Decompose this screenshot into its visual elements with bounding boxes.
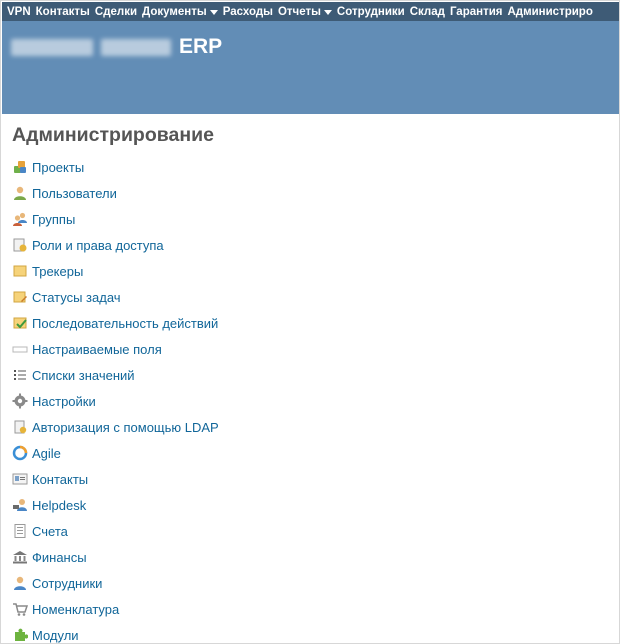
admin-link-trackers[interactable]: Трекеры — [32, 264, 83, 279]
top-menu-administration[interactable]: Администриро — [502, 6, 592, 18]
group-icon — [12, 211, 28, 227]
admin-item-employees: Сотрудники — [12, 570, 219, 596]
helpdesk-icon — [12, 497, 28, 513]
admin-menu: Проекты Пользователи Группы Роли и права… — [12, 154, 219, 643]
admin-item-issue-statuses: Статусы задач — [12, 284, 219, 310]
admin-link-roles[interactable]: Роли и права доступа — [32, 238, 164, 253]
top-menu-warehouse[interactable]: Склад — [405, 6, 445, 18]
workflow-icon — [12, 315, 28, 331]
admin-item-workflow: Последовательность действий — [12, 310, 219, 336]
gear-icon — [12, 393, 28, 409]
employee-icon — [12, 575, 28, 591]
admin-link-groups[interactable]: Группы — [32, 212, 75, 227]
admin-link-finance[interactable]: Финансы — [32, 550, 87, 565]
tracker-icon — [12, 263, 28, 279]
admin-link-users[interactable]: Пользователи — [32, 186, 117, 201]
admin-item-enumerations: Списки значений — [12, 362, 219, 388]
site-title-erp: ERP — [179, 35, 223, 58]
custom-fields-icon — [12, 341, 28, 357]
admin-link-workflow[interactable]: Последовательность действий — [32, 316, 218, 331]
admin-item-ldap: Авторизация с помощью LDAP — [12, 414, 219, 440]
cart-icon — [12, 601, 28, 617]
admin-item-groups: Группы — [12, 206, 219, 232]
admin-item-projects: Проекты — [12, 154, 219, 180]
app-window: VPN Контакты Сделки Документы Расходы От… — [0, 0, 620, 644]
redacted-title-part — [11, 38, 93, 56]
top-menu-reports-label: Отчеты — [277, 5, 321, 18]
admin-link-contacts[interactable]: Контакты — [32, 472, 88, 487]
list-icon — [12, 367, 28, 383]
admin-link-enumerations[interactable]: Списки значений — [32, 368, 135, 383]
top-menu-documents[interactable]: Документы — [137, 6, 218, 18]
page-title: Администрирование — [12, 124, 214, 146]
admin-link-employees[interactable]: Сотрудники — [32, 576, 102, 591]
admin-link-ldap[interactable]: Авторизация с помощью LDAP — [32, 420, 219, 435]
bank-icon — [12, 549, 28, 565]
invoice-icon — [12, 523, 28, 539]
ldap-icon — [12, 419, 28, 435]
admin-item-users: Пользователи — [12, 180, 219, 206]
admin-item-settings: Настройки — [12, 388, 219, 414]
admin-link-helpdesk[interactable]: Helpdesk — [32, 498, 86, 513]
top-menu: VPN Контакты Сделки Документы Расходы От… — [2, 2, 619, 21]
admin-link-issue-statuses[interactable]: Статусы задач — [32, 290, 121, 305]
projects-icon — [12, 159, 28, 175]
plugin-icon — [12, 627, 28, 643]
chevron-down-icon — [323, 9, 332, 15]
admin-item-plugins: Модули — [12, 622, 219, 643]
contacts-card-icon — [12, 471, 28, 487]
issue-status-icon — [12, 289, 28, 305]
admin-item-finance: Финансы — [12, 544, 219, 570]
user-icon — [12, 185, 28, 201]
top-menu-employees[interactable]: Сотрудники — [332, 6, 405, 18]
header: ERP — [2, 21, 619, 114]
admin-item-agile: Agile — [12, 440, 219, 466]
top-menu-expenses[interactable]: Расходы — [218, 6, 273, 18]
top-menu-contacts[interactable]: Контакты — [31, 6, 90, 18]
top-menu-documents-label: Документы — [142, 5, 207, 18]
admin-item-roles: Роли и права доступа — [12, 232, 219, 258]
admin-link-nomenclature[interactable]: Номенклатура — [32, 602, 119, 617]
admin-item-helpdesk: Helpdesk — [12, 492, 219, 518]
admin-link-plugins[interactable]: Модули — [32, 628, 79, 643]
top-menu-warranty[interactable]: Гарантия — [445, 6, 503, 18]
admin-link-invoices[interactable]: Счета — [32, 524, 68, 539]
admin-item-nomenclature: Номенклатура — [12, 596, 219, 622]
redacted-title-part — [101, 38, 171, 56]
top-menu-vpn[interactable]: VPN — [2, 6, 31, 18]
site-title[interactable]: ERP — [11, 34, 222, 60]
main-content: Администрирование Проекты Пользователи Г… — [2, 114, 619, 643]
roles-icon — [12, 237, 28, 253]
admin-link-agile[interactable]: Agile — [32, 446, 61, 461]
admin-link-settings[interactable]: Настройки — [32, 394, 96, 409]
chevron-down-icon — [209, 9, 218, 15]
admin-item-contacts: Контакты — [12, 466, 219, 492]
admin-item-custom-fields: Настраиваемые поля — [12, 336, 219, 362]
agile-icon — [12, 445, 28, 461]
top-menu-deals[interactable]: Сделки — [90, 6, 137, 18]
admin-link-custom-fields[interactable]: Настраиваемые поля — [32, 342, 162, 357]
top-menu-reports[interactable]: Отчеты — [273, 6, 332, 18]
admin-link-projects[interactable]: Проекты — [32, 160, 84, 175]
admin-item-invoices: Счета — [12, 518, 219, 544]
admin-item-trackers: Трекеры — [12, 258, 219, 284]
